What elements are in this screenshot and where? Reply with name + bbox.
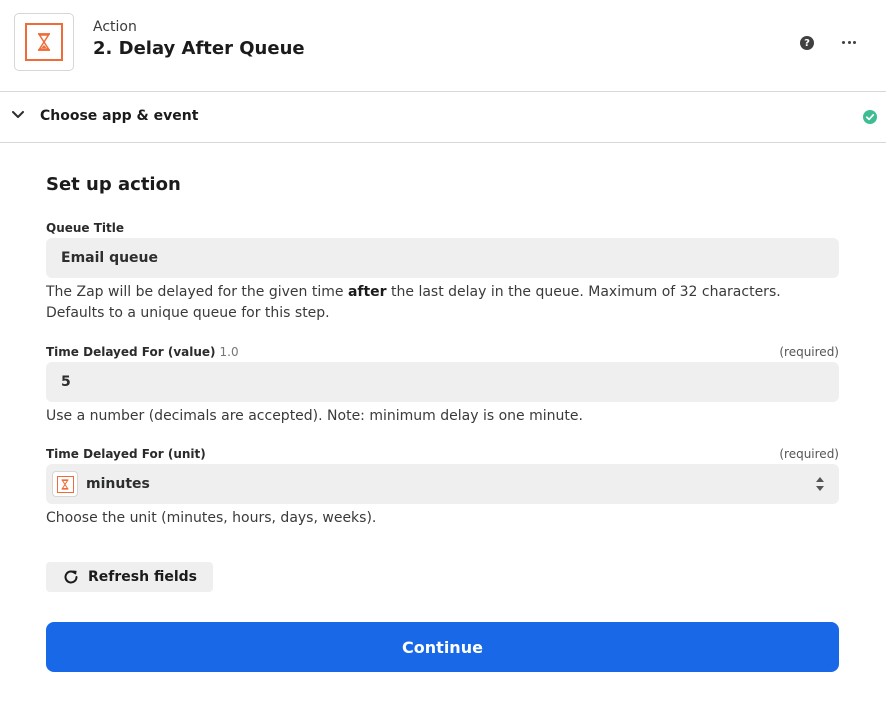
chevron-down-icon[interactable] [12,111,24,119]
required-badge: (required) [779,345,839,359]
hourglass-icon [25,23,63,61]
selected-unit: minutes [86,476,150,492]
queue-title-input[interactable]: Email queue [46,238,839,278]
form-title: Set up action [46,174,181,195]
check-circle-icon [863,110,877,124]
more-horizontal-icon [842,40,846,44]
delay-value-input[interactable]: 5 [46,362,839,402]
question-icon[interactable]: ? [800,36,814,50]
step-header: Action 2. Delay After Queue ? [0,0,886,92]
continue-button[interactable]: Continue [46,622,839,672]
choose-app-event-section[interactable]: Choose app & event [0,92,886,143]
delay-unit-label: Time Delayed For (unit) [46,447,206,461]
select-arrows-icon [816,477,824,491]
refresh-fields-button[interactable]: Refresh fields [46,562,213,592]
app-icon-small [52,471,78,497]
app-icon-box [14,13,74,71]
hourglass-icon [56,475,74,493]
delay-value-help: Use a number (decimals are accepted). No… [46,408,583,424]
section-label[interactable]: Choose app & event [40,108,198,124]
delay-unit-select[interactable]: minutes [46,464,839,504]
refresh-icon [64,570,78,584]
required-badge: (required) [779,447,839,461]
queue-title-label: Queue Title [46,221,125,235]
step-type-label: Action [93,19,137,35]
step-title: 2. Delay After Queue [93,38,305,59]
delay-value-label: Time Delayed For (value) 1.0 [46,345,239,359]
delay-unit-help: Choose the unit (minutes, hours, days, w… [46,510,377,526]
field-version: 1.0 [219,345,239,359]
queue-title-help: The Zap will be delayed for the given ti… [46,284,781,321]
more-options-button[interactable] [836,31,862,53]
